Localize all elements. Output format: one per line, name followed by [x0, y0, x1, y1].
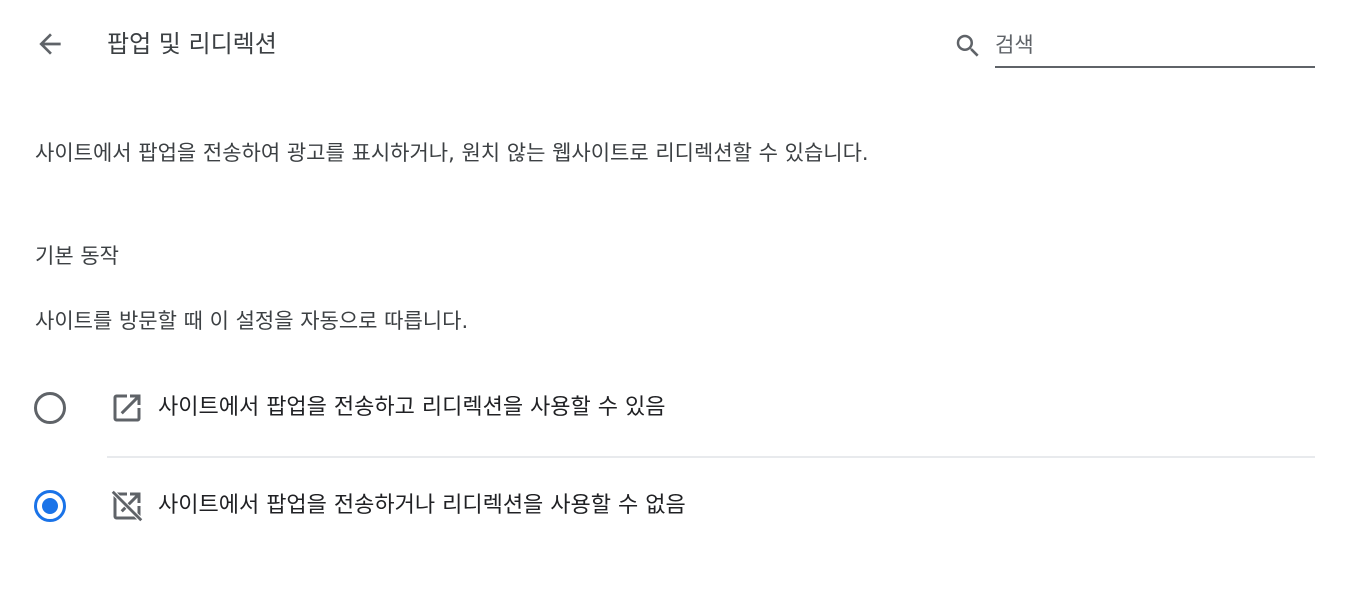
arrow-back-icon — [39, 33, 61, 55]
page-title: 팝업 및 리디렉션 — [107, 30, 277, 58]
option-label-block: 사이트에서 팝업을 전송하거나 리디렉션을 사용할 수 없음 — [158, 493, 686, 518]
option-allow-popups[interactable]: 사이트에서 팝업을 전송하고 리디렉션을 사용할 수 있음 — [30, 376, 1315, 440]
option-block-popups[interactable]: 사이트에서 팝업을 전송하거나 리디렉션을 사용할 수 없음 — [30, 474, 1315, 538]
open-in-new-icon — [109, 390, 145, 426]
search-input[interactable] — [995, 24, 1315, 68]
radio-block[interactable] — [34, 490, 66, 522]
divider — [107, 456, 1315, 458]
open-in-new-off-icon — [109, 488, 145, 524]
search-box — [952, 24, 1315, 70]
radio-allow[interactable] — [34, 392, 66, 424]
search-icon[interactable] — [952, 30, 984, 62]
page-header: 팝업 및 리디렉션 — [0, 0, 1348, 88]
settings-page: 팝업 및 리디렉션 사이트에서 팝업을 전송하여 광고를 표시하거나, 원치 않… — [0, 0, 1348, 590]
page-description: 사이트에서 팝업을 전송하여 광고를 표시하거나, 원치 않는 웹사이트로 리디… — [35, 141, 869, 165]
default-behavior-subtext: 사이트를 방문할 때 이 설정을 자동으로 따릅니다. — [35, 309, 469, 333]
back-button[interactable] — [30, 26, 70, 62]
default-behavior-heading: 기본 동작 — [35, 244, 119, 268]
option-label-allow: 사이트에서 팝업을 전송하고 리디렉션을 사용할 수 있음 — [158, 395, 666, 420]
